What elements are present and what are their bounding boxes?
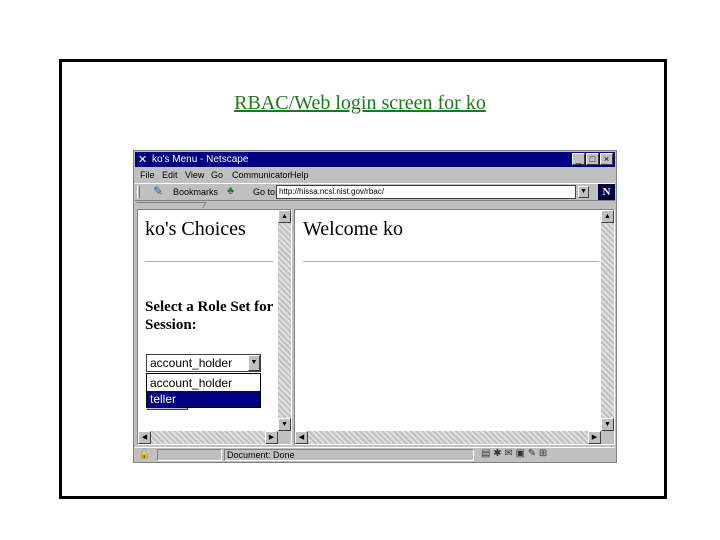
scroll-corner xyxy=(278,431,291,444)
role-set-select-value: account_holder xyxy=(150,356,233,370)
scroll-left-icon[interactable]: ◀ xyxy=(295,431,308,444)
browser-window: ✕ ko's Menu - Netscape _ □ × File Edit V… xyxy=(133,150,617,463)
netscape-logo[interactable]: N xyxy=(598,184,615,200)
chevron-down-icon[interactable]: ▼ xyxy=(248,355,260,371)
menu-bar: File Edit View Go Communicator Help xyxy=(135,168,615,182)
url-dropdown-button[interactable]: ▼ xyxy=(578,186,589,198)
choices-frame: ko's Choices Select a Role Set for Sessi… xyxy=(137,209,292,445)
bookmarks-button[interactable]: Bookmarks xyxy=(173,187,218,197)
dropdown-option-selected[interactable]: teller xyxy=(147,391,260,407)
component-bar-icons[interactable]: ▤ ✱ ✉ ▣ ✎ ⊞ xyxy=(481,448,547,459)
role-set-label: Select a Role Set for Session: xyxy=(145,299,274,333)
menu-communicator[interactable]: Communicator xyxy=(232,168,291,182)
menu-view[interactable]: View xyxy=(185,168,204,182)
toolbar-grip[interactable] xyxy=(137,186,140,198)
role-set-select[interactable]: account_holder ▼ xyxy=(146,354,261,372)
scroll-down-icon[interactable]: ▼ xyxy=(278,418,291,431)
scroll-up-icon[interactable]: ▲ xyxy=(601,210,614,223)
choices-heading: ko's Choices xyxy=(145,218,246,240)
scroll-up-icon[interactable]: ▲ xyxy=(278,210,291,223)
title-bar[interactable]: ✕ ko's Menu - Netscape _ □ × xyxy=(135,152,615,167)
scroll-left-icon[interactable]: ◀ xyxy=(138,431,151,444)
url-input[interactable]: http://hissa.ncsl.nist.gov/rbac/ xyxy=(276,185,576,199)
minimize-button[interactable]: _ xyxy=(572,153,585,165)
menu-help[interactable]: Help xyxy=(290,168,309,182)
netscape-app-icon[interactable]: ✕ xyxy=(138,153,147,168)
welcome-heading: Welcome ko xyxy=(303,218,404,240)
progress-cell xyxy=(157,449,222,461)
status-bar: 🔓 Document: Done ▤ ✱ ✉ ▣ ✎ ⊞ xyxy=(135,447,615,462)
menu-go[interactable]: Go xyxy=(211,168,223,182)
role-set-dropdown-list: account_holder teller xyxy=(146,373,261,408)
divider xyxy=(303,261,599,262)
toolbar-tab[interactable] xyxy=(133,202,207,208)
close-button[interactable]: × xyxy=(600,153,613,165)
dropdown-option[interactable]: account_holder xyxy=(147,375,260,391)
menu-file[interactable]: File xyxy=(140,168,155,182)
scroll-corner xyxy=(601,431,614,444)
location-toolbar: ✎ Bookmarks ♣ Go to: http://hissa.ncsl.n… xyxy=(135,183,615,201)
left-vertical-scrollbar[interactable]: ▲ ▼ xyxy=(278,210,291,431)
right-horizontal-scrollbar[interactable]: ◀ ▶ xyxy=(295,431,601,444)
maximize-button[interactable]: □ xyxy=(586,153,599,165)
scroll-down-icon[interactable]: ▼ xyxy=(601,418,614,431)
welcome-frame: Welcome ko ▲ ▼ ◀ ▶ xyxy=(294,209,615,445)
left-horizontal-scrollbar[interactable]: ◀ ▶ xyxy=(138,431,278,444)
right-vertical-scrollbar[interactable]: ▲ ▼ xyxy=(601,210,614,431)
slide-title: RBAC/Web login screen for ko xyxy=(234,92,486,114)
goto-label: Go to: xyxy=(253,187,278,197)
goto-icon: ♣ xyxy=(227,185,235,197)
status-text: Document: Done xyxy=(224,449,474,461)
divider xyxy=(145,261,273,262)
menu-edit[interactable]: Edit xyxy=(162,168,178,182)
scroll-right-icon[interactable]: ▶ xyxy=(265,431,278,444)
scroll-right-icon[interactable]: ▶ xyxy=(588,431,601,444)
window-title: ko's Menu - Netscape xyxy=(152,154,249,165)
lock-icon[interactable]: 🔓 xyxy=(138,449,150,460)
bookmarks-icon[interactable]: ✎ xyxy=(153,184,163,198)
